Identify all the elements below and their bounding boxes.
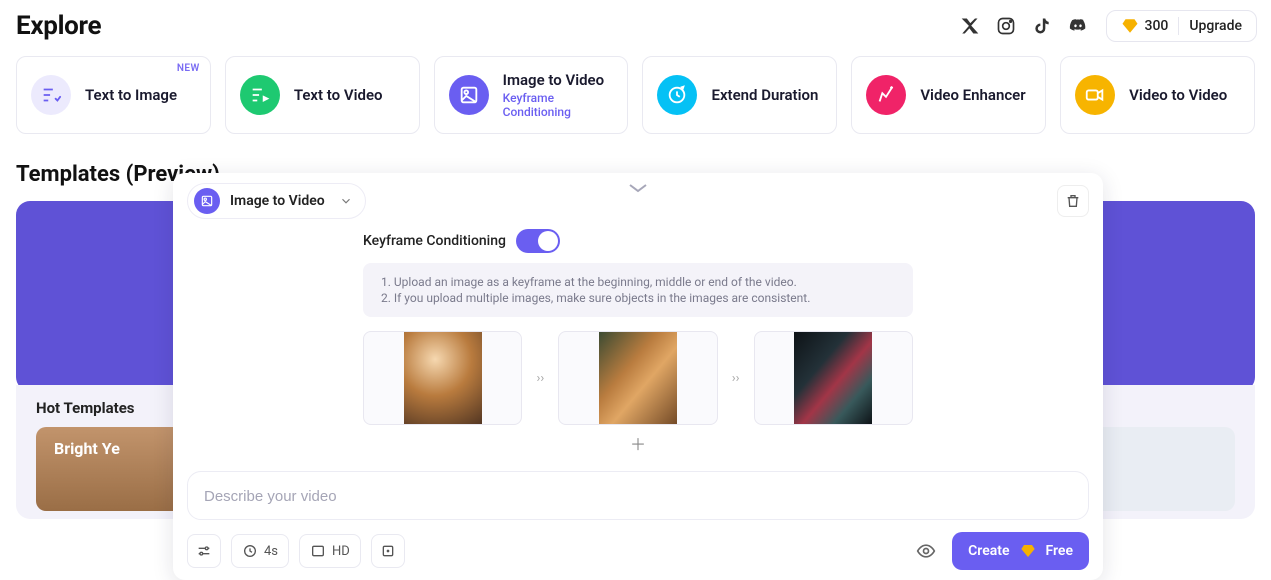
mode-label: Video to Video: [1129, 86, 1227, 104]
free-label: Free: [1046, 543, 1074, 559]
mode-label: Image to Video: [503, 71, 614, 89]
keyframe-image: [599, 331, 677, 425]
mode-image-to-video[interactable]: Image to Video Keyframe Conditioning: [434, 56, 629, 134]
upgrade-link[interactable]: Upgrade: [1189, 18, 1242, 34]
quality-value: HD: [332, 544, 350, 559]
mode-label: Text to Image: [85, 86, 177, 104]
mode-label: Text to Video: [294, 86, 383, 104]
keyframe-conditioning-label: Keyframe Conditioning: [363, 233, 506, 249]
mode-label: Extend Duration: [711, 86, 818, 104]
credits-box[interactable]: 300 Upgrade: [1106, 10, 1257, 42]
mode-extend-duration[interactable]: Extend Duration: [642, 56, 837, 134]
divider: [1178, 17, 1179, 35]
aspect-ratio-button[interactable]: [371, 534, 405, 568]
mode-text-to-video[interactable]: Text to Video: [225, 56, 420, 134]
keyframe-slot-1[interactable]: [363, 331, 522, 425]
keyframe-slot-3[interactable]: [754, 331, 913, 425]
preview-icon[interactable]: [916, 541, 936, 561]
prompt-input[interactable]: [204, 488, 1072, 505]
arrow-icon: ››: [536, 371, 544, 386]
hint-line: If you upload multiple images, make sure…: [381, 291, 899, 305]
gem-icon: [1020, 543, 1036, 559]
hint-line: Upload an image as a keyframe at the beg…: [381, 275, 899, 289]
keyframe-slot-2[interactable]: [558, 331, 717, 425]
duration-button[interactable]: 4s: [231, 534, 289, 568]
video-enhancer-icon: [866, 75, 906, 115]
text-to-image-icon: [31, 75, 71, 115]
hint-box: Upload an image as a keyframe at the beg…: [363, 263, 913, 317]
settings-button[interactable]: [187, 534, 221, 568]
collapse-handle-icon[interactable]: [626, 181, 650, 195]
chevron-down-icon: [339, 194, 353, 208]
tiktok-icon[interactable]: [1032, 16, 1052, 36]
quality-button[interactable]: HD: [299, 534, 361, 568]
aspect-icon: [380, 543, 396, 559]
image-to-video-panel: Image to Video Keyframe Conditioning Upl…: [173, 173, 1103, 580]
prompt-box[interactable]: [187, 471, 1089, 520]
resolution-icon: [310, 543, 326, 559]
delete-button[interactable]: [1057, 185, 1089, 217]
gem-icon: [1121, 17, 1139, 35]
keyframe-image: [404, 331, 482, 425]
mode-selector[interactable]: Image to Video: [187, 183, 366, 219]
credits-value: 300: [1145, 18, 1169, 34]
image-icon: [194, 188, 220, 214]
page-title: Explore: [16, 11, 101, 41]
mode-video-enhancer[interactable]: Video Enhancer: [851, 56, 1046, 134]
template-title: Bright Ye: [54, 439, 120, 458]
arrow-icon: ››: [732, 371, 740, 386]
video-to-video-icon: [1075, 75, 1115, 115]
text-to-video-icon: [240, 75, 280, 115]
duration-value: 4s: [264, 544, 278, 559]
image-to-video-icon: [449, 75, 489, 115]
trash-icon: [1065, 193, 1081, 209]
x-twitter-icon[interactable]: [960, 16, 980, 36]
keyframe-image: [794, 331, 872, 425]
new-badge: NEW: [177, 63, 200, 74]
create-label: Create: [968, 543, 1009, 559]
mode-text-to-image[interactable]: NEW Text to Image: [16, 56, 211, 134]
instagram-icon[interactable]: [996, 16, 1016, 36]
mode-label: Video Enhancer: [920, 86, 1025, 104]
sliders-icon: [196, 543, 212, 559]
mode-sublabel: Keyframe Conditioning: [503, 91, 614, 119]
discord-icon[interactable]: [1068, 16, 1088, 36]
mode-selector-label: Image to Video: [230, 193, 325, 209]
mode-video-to-video[interactable]: Video to Video: [1060, 56, 1255, 134]
add-keyframe-button[interactable]: ＋: [630, 431, 646, 455]
clock-icon: [242, 543, 258, 559]
extend-duration-icon: [657, 75, 697, 115]
create-button[interactable]: Create Free: [952, 532, 1089, 570]
keyframe-toggle[interactable]: [516, 229, 560, 253]
